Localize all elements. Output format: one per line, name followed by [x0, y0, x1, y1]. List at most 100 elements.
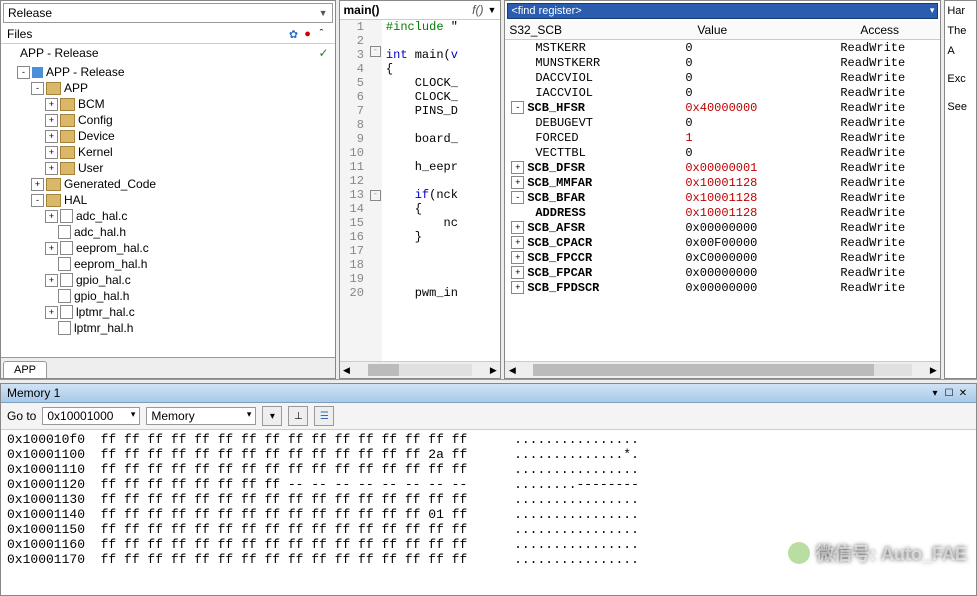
- tree-item[interactable]: +lptmr_hal.c: [3, 304, 335, 320]
- register-row[interactable]: ADDRESS0x10001128ReadWrite: [505, 205, 940, 220]
- mem-tool-2[interactable]: ⊥: [288, 406, 308, 426]
- expand-icon[interactable]: +: [511, 251, 524, 264]
- project-name[interactable]: APP - Release: [20, 46, 99, 60]
- scroll-up-icon[interactable]: ˆ: [315, 28, 329, 40]
- register-access: ReadWrite: [840, 161, 940, 175]
- col-name[interactable]: S32_SCB: [505, 21, 693, 39]
- expand-icon[interactable]: -: [31, 194, 44, 207]
- register-row[interactable]: VECTTBL0ReadWrite: [505, 145, 940, 160]
- file-tree[interactable]: -APP - Release-APP + BCM+Config+Device+Ker…: [1, 62, 335, 357]
- col-value[interactable]: Value: [693, 21, 856, 39]
- close-icon[interactable]: ✕: [956, 388, 970, 399]
- record-icon[interactable]: ●: [301, 28, 315, 40]
- memory-row[interactable]: 0x10001170 ff ff ff ff ff ff ff ff ff ff…: [7, 552, 970, 567]
- memory-row[interactable]: 0x10001100 ff ff ff ff ff ff ff ff ff ff…: [7, 447, 970, 462]
- fold-column[interactable]: --: [370, 20, 382, 361]
- tree-item[interactable]: + Generated_Code: [3, 176, 335, 192]
- register-row[interactable]: +SCB_MMFAR0x10001128ReadWrite: [505, 175, 940, 190]
- tree-item[interactable]: +gpio_hal.c: [3, 272, 335, 288]
- tree-item[interactable]: -APP - Release: [3, 64, 335, 80]
- tree-item[interactable]: gpio_hal.h: [3, 288, 335, 304]
- register-row[interactable]: +SCB_FPCCR0xC0000000ReadWrite: [505, 250, 940, 265]
- editor-hscroll[interactable]: ◀ ▶: [340, 361, 501, 378]
- expand-icon[interactable]: +: [45, 242, 58, 255]
- mem-tool-1[interactable]: ▾: [262, 406, 282, 426]
- mode-combo[interactable]: Memory ▾: [146, 407, 256, 425]
- tree-item-label: BCM: [78, 96, 105, 112]
- expand-icon[interactable]: +: [511, 236, 524, 249]
- expand-icon[interactable]: +: [45, 130, 58, 143]
- register-access: ReadWrite: [840, 191, 940, 205]
- register-row[interactable]: MSTKERR0ReadWrite: [505, 40, 940, 55]
- memory-row[interactable]: 0x10001140 ff ff ff ff ff ff ff ff ff ff…: [7, 507, 970, 522]
- expand-icon[interactable]: +: [511, 281, 524, 294]
- register-row[interactable]: +SCB_AFSR0x00000000ReadWrite: [505, 220, 940, 235]
- register-row[interactable]: +SCB_FPDSCR0x00000000ReadWrite: [505, 280, 940, 295]
- tree-item[interactable]: +Kernel: [3, 144, 335, 160]
- register-name: SCB_AFSR: [527, 221, 585, 235]
- register-access: ReadWrite: [840, 251, 940, 265]
- memory-row[interactable]: 0x10001160 ff ff ff ff ff ff ff ff ff ff…: [7, 537, 970, 552]
- memory-row[interactable]: 0x10001150 ff ff ff ff ff ff ff ff ff ff…: [7, 522, 970, 537]
- tree-item[interactable]: +User: [3, 160, 335, 176]
- tree-item[interactable]: -HAL: [3, 192, 335, 208]
- register-row[interactable]: +SCB_FPCAR0x00000000ReadWrite: [505, 265, 940, 280]
- expand-icon[interactable]: +: [511, 161, 524, 174]
- code-area[interactable]: #include " int main(v{ CLOCK_ CLOCK_ PIN…: [382, 20, 500, 361]
- tree-item-label: Generated_Code: [64, 176, 156, 192]
- memory-row[interactable]: 0x10001110 ff ff ff ff ff ff ff ff ff ff…: [7, 462, 970, 477]
- mem-tool-3[interactable]: ☰: [314, 406, 334, 426]
- register-row[interactable]: FORCED1ReadWrite: [505, 130, 940, 145]
- config-combo[interactable]: Release ▼: [3, 3, 333, 23]
- chevron-down-icon[interactable]: ▼: [487, 5, 496, 15]
- expand-icon[interactable]: -: [17, 66, 30, 79]
- gear-icon[interactable]: ✿: [287, 28, 301, 41]
- col-access[interactable]: Access: [856, 21, 940, 39]
- tree-item[interactable]: +Config: [3, 112, 335, 128]
- expand-icon[interactable]: +: [45, 274, 58, 287]
- expand-icon[interactable]: -: [511, 191, 524, 204]
- find-register-combo[interactable]: <find register> ▾: [507, 3, 938, 19]
- expand-icon[interactable]: -: [31, 82, 44, 95]
- memory-row[interactable]: 0x10001120 ff ff ff ff ff ff ff ff -- --…: [7, 477, 970, 492]
- register-row[interactable]: -SCB_BFAR0x10001128ReadWrite: [505, 190, 940, 205]
- expand-icon[interactable]: +: [45, 162, 58, 175]
- register-row[interactable]: +SCB_DFSR0x00000001ReadWrite: [505, 160, 940, 175]
- tree-item[interactable]: adc_hal.h: [3, 224, 335, 240]
- registers-hscroll[interactable]: ◀ ▶: [505, 361, 940, 378]
- tree-item[interactable]: eeprom_hal.h: [3, 256, 335, 272]
- tree-item[interactable]: +eeprom_hal.c: [3, 240, 335, 256]
- tab-app[interactable]: APP: [3, 361, 47, 378]
- tree-item[interactable]: +adc_hal.c: [3, 208, 335, 224]
- goto-input[interactable]: 0x10001000 ▾: [42, 407, 140, 425]
- register-row[interactable]: DACCVIOL0ReadWrite: [505, 70, 940, 85]
- memory-row[interactable]: 0x100010f0 ff ff ff ff ff ff ff ff ff ff…: [7, 432, 970, 447]
- register-row[interactable]: MUNSTKERR0ReadWrite: [505, 55, 940, 70]
- tree-item[interactable]: + BCM: [3, 96, 335, 112]
- expand-icon[interactable]: +: [511, 176, 524, 189]
- expand-icon[interactable]: +: [511, 221, 524, 234]
- tree-item[interactable]: -APP: [3, 80, 335, 96]
- memory-dump[interactable]: 0x100010f0 ff ff ff ff ff ff ff ff ff ff…: [1, 430, 976, 595]
- register-row[interactable]: -SCB_HFSR0x40000000ReadWrite: [505, 100, 940, 115]
- dropdown-icon[interactable]: ▾: [928, 388, 942, 399]
- tree-item[interactable]: +Device: [3, 128, 335, 144]
- expand-icon[interactable]: -: [511, 101, 524, 114]
- expand-icon[interactable]: +: [45, 146, 58, 159]
- register-row[interactable]: +SCB_CPACR0x00F00000ReadWrite: [505, 235, 940, 250]
- memory-row[interactable]: 0x10001130 ff ff ff ff ff ff ff ff ff ff…: [7, 492, 970, 507]
- tree-item[interactable]: lptmr_hal.h: [3, 320, 335, 336]
- expand-icon[interactable]: +: [45, 114, 58, 127]
- register-row[interactable]: IACCVIOL0ReadWrite: [505, 85, 940, 100]
- expand-icon[interactable]: +: [45, 306, 58, 319]
- register-rows[interactable]: MSTKERR0ReadWriteMUNSTKERR0ReadWriteDACC…: [505, 40, 940, 361]
- function-icon[interactable]: f(): [472, 3, 483, 17]
- registers-panel: <find register> ▾ S32_SCB Value Access M…: [504, 0, 941, 379]
- register-access: ReadWrite: [840, 71, 940, 85]
- expand-icon[interactable]: +: [511, 266, 524, 279]
- expand-icon[interactable]: +: [31, 178, 44, 191]
- expand-icon[interactable]: +: [45, 210, 58, 223]
- expand-icon[interactable]: +: [45, 98, 58, 111]
- register-row[interactable]: DEBUGEVT0ReadWrite: [505, 115, 940, 130]
- pin-icon[interactable]: ☐: [942, 388, 956, 399]
